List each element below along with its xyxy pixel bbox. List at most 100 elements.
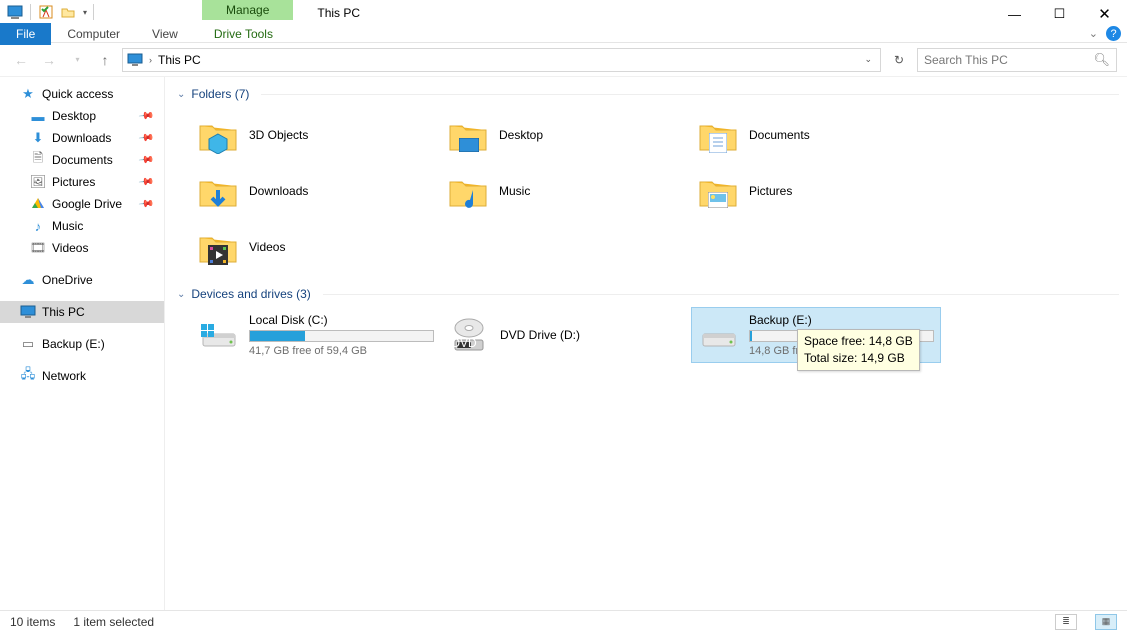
sidebar-item-network[interactable]: 🖧 Network bbox=[0, 365, 164, 387]
forward-button[interactable]: → bbox=[38, 49, 60, 71]
qat-separator-2 bbox=[93, 4, 94, 20]
pin-icon: 📌 bbox=[137, 196, 154, 212]
folder-name: Music bbox=[499, 184, 530, 198]
download-icon: ⬇ bbox=[30, 130, 46, 146]
pin-icon: 📌 bbox=[137, 108, 154, 124]
navigation-bar: ← → ▾ ↑ › This PC ⌄ ↻ Search This PC 🔍︎ bbox=[0, 43, 1127, 77]
folder-tile[interactable]: Desktop bbox=[441, 107, 691, 163]
ribbon-collapse-icon[interactable]: ⌄ bbox=[1089, 27, 1098, 40]
drive-tile[interactable]: DVD DVD Drive (D:) bbox=[441, 307, 691, 363]
tab-view[interactable]: View bbox=[136, 23, 194, 45]
file-tab[interactable]: File bbox=[0, 23, 51, 45]
maximize-button[interactable]: ☐ bbox=[1037, 0, 1082, 28]
folder-tile[interactable]: Music bbox=[441, 163, 691, 219]
pin-icon: 📌 bbox=[137, 152, 154, 168]
music-icon: ♪ bbox=[30, 218, 46, 234]
drive-icon: ▭ bbox=[20, 336, 36, 352]
capacity-bar bbox=[249, 330, 434, 342]
pin-icon: 📌 bbox=[137, 130, 154, 146]
desktop-icon: ▬ bbox=[30, 108, 46, 124]
documents-icon: 🗎 bbox=[30, 152, 46, 168]
sidebar-label: Documents bbox=[52, 153, 113, 167]
sidebar-item-videos[interactable]: 🎞 Videos bbox=[0, 237, 164, 259]
sidebar-label: Google Drive bbox=[52, 197, 122, 211]
sidebar-item-music[interactable]: ♪ Music bbox=[0, 215, 164, 237]
folder-name: Desktop bbox=[499, 128, 543, 142]
sidebar-label: OneDrive bbox=[42, 273, 93, 287]
view-details-button[interactable]: ≣ bbox=[1055, 614, 1077, 630]
folder-tile[interactable]: Documents bbox=[691, 107, 941, 163]
folder-name: Documents bbox=[749, 128, 810, 142]
sidebar-item-onedrive[interactable]: ☁ OneDrive bbox=[0, 269, 164, 291]
tooltip-line: Total size: 14,9 GB bbox=[804, 351, 905, 365]
cloud-icon: ☁ bbox=[20, 272, 36, 288]
sidebar-item-downloads[interactable]: ⬇ Downloads 📌 bbox=[0, 127, 164, 149]
folder-tile[interactable]: Videos bbox=[191, 219, 441, 275]
status-item-count: 10 items bbox=[10, 615, 55, 629]
folder-tile[interactable]: Downloads bbox=[191, 163, 441, 219]
star-icon: ★ bbox=[20, 86, 36, 102]
sidebar-label: Pictures bbox=[52, 175, 95, 189]
folder-icon bbox=[697, 114, 739, 156]
folder-icon bbox=[447, 170, 489, 212]
folder-name: Videos bbox=[249, 240, 285, 254]
status-selection: 1 item selected bbox=[73, 615, 154, 629]
sidebar-label: Videos bbox=[52, 241, 88, 255]
help-icon[interactable]: ? bbox=[1106, 26, 1121, 41]
search-box[interactable]: Search This PC 🔍︎ bbox=[917, 48, 1117, 72]
new-folder-icon[interactable] bbox=[59, 3, 77, 21]
window-controls: — ☐ ✕ bbox=[992, 0, 1127, 28]
sidebar-item-pictures[interactable]: 🖼 Pictures 📌 bbox=[0, 171, 164, 193]
back-button[interactable]: ← bbox=[10, 49, 32, 71]
context-tab-header: Manage bbox=[202, 0, 293, 20]
sidebar-item-backup[interactable]: ▭ Backup (E:) bbox=[0, 333, 164, 355]
tab-computer[interactable]: Computer bbox=[51, 23, 136, 45]
chevron-down-icon: ⌄ bbox=[177, 89, 185, 100]
sidebar-item-quick-access[interactable]: ★ Quick access bbox=[0, 83, 164, 105]
pin-icon: 📌 bbox=[137, 174, 154, 190]
sidebar-item-this-pc[interactable]: This PC bbox=[0, 301, 164, 323]
group-header-drives[interactable]: ⌄ Devices and drives (3) bbox=[177, 285, 1119, 307]
drive-name: Local Disk (C:) bbox=[249, 313, 434, 327]
ribbon-tabs: File Computer View Drive Tools bbox=[0, 23, 289, 45]
folder-name: Pictures bbox=[749, 184, 792, 198]
sidebar-item-documents[interactable]: 🗎 Documents 📌 bbox=[0, 149, 164, 171]
drive-tile[interactable]: Local Disk (C:) 41,7 GB free of 59,4 GB bbox=[191, 307, 441, 363]
breadcrumb[interactable]: This PC bbox=[158, 53, 201, 67]
search-icon[interactable]: 🔍︎ bbox=[1093, 52, 1110, 68]
google-drive-icon bbox=[30, 196, 46, 212]
refresh-button[interactable]: ↻ bbox=[887, 48, 911, 72]
folder-tile[interactable]: Pictures bbox=[691, 163, 941, 219]
network-icon: 🖧 bbox=[20, 368, 36, 384]
view-tiles-button[interactable]: ▦ bbox=[1095, 614, 1117, 630]
close-button[interactable]: ✕ bbox=[1082, 0, 1127, 28]
drive-subtext: 41,7 GB free of 59,4 GB bbox=[249, 345, 434, 357]
minimize-button[interactable]: — bbox=[992, 0, 1037, 28]
sidebar-item-google-drive[interactable]: Google Drive 📌 bbox=[0, 193, 164, 215]
sidebar-label: Network bbox=[42, 369, 86, 383]
address-dropdown-icon[interactable]: ⌄ bbox=[860, 54, 876, 65]
context-tab-group: Manage bbox=[202, 0, 293, 20]
history-dropdown[interactable]: ▾ bbox=[66, 49, 88, 71]
ribbon-right: ⌄ ? bbox=[1089, 26, 1121, 41]
drive-name: DVD Drive (D:) bbox=[500, 328, 684, 342]
up-button[interactable]: ↑ bbox=[94, 49, 116, 71]
sidebar-item-desktop[interactable]: ▬ Desktop 📌 bbox=[0, 105, 164, 127]
folder-icon bbox=[447, 114, 489, 156]
folder-tiles: 3D Objects Desktop Documents Downloads Music… bbox=[177, 107, 1119, 275]
chevron-down-icon: ⌄ bbox=[177, 289, 185, 300]
videos-icon: 🎞 bbox=[30, 240, 46, 256]
pictures-icon: 🖼 bbox=[30, 174, 46, 190]
properties-icon[interactable] bbox=[37, 3, 55, 21]
qat-dropdown-icon[interactable]: ▾ bbox=[81, 8, 87, 17]
navigation-pane: ★ Quick access ▬ Desktop 📌 ⬇ Downloads 📌… bbox=[0, 77, 165, 610]
breadcrumb-chevron-icon[interactable]: › bbox=[149, 55, 152, 65]
tab-drive-tools[interactable]: Drive Tools bbox=[198, 23, 289, 45]
folder-tile[interactable]: 3D Objects bbox=[191, 107, 441, 163]
sidebar-label: Music bbox=[52, 219, 83, 233]
group-header-folders[interactable]: ⌄ Folders (7) bbox=[177, 85, 1119, 107]
address-bar[interactable]: › This PC ⌄ bbox=[122, 48, 881, 72]
sidebar-label: This PC bbox=[42, 305, 85, 319]
quick-access-toolbar: ▾ bbox=[0, 0, 102, 21]
drive-icon: DVD bbox=[448, 314, 490, 356]
